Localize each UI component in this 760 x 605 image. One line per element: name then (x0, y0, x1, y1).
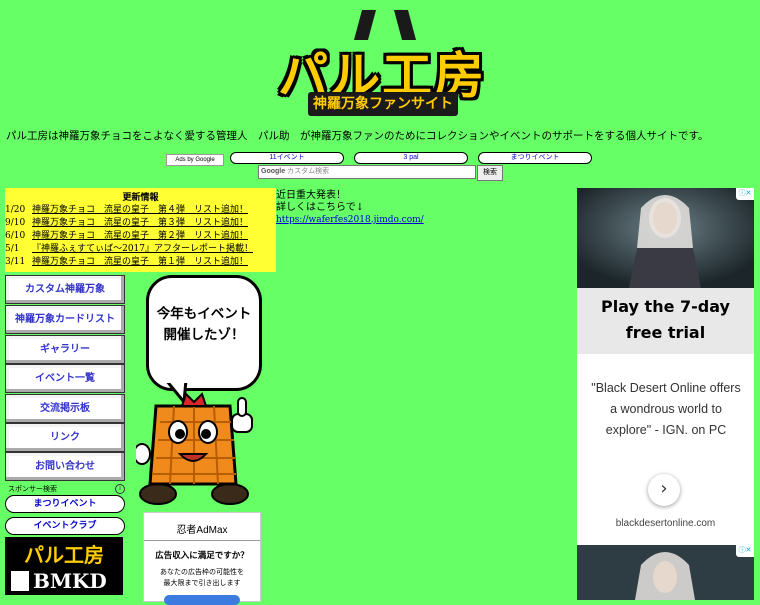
ad-domain[interactable]: blackdesertonline.com (577, 518, 754, 529)
ad-next-arrow-icon[interactable]: › (648, 474, 680, 506)
castle-icon (11, 571, 29, 591)
update-date: 5/1 (5, 244, 20, 254)
updates-box: 更新情報 1/20 神羅万象チョコ 流星の皇子 第４弾 リスト追加！ 9/10 神羅… (5, 188, 276, 272)
banner-subtitle: BMKD (33, 569, 107, 593)
search-input[interactable]: Google カスタム検索 (258, 165, 476, 179)
site-intro: パル工房は神羅万象チョコをこよなく愛する管理人 パル助 が神羅万象ファンのために… (6, 130, 709, 142)
nav-links[interactable]: リンク (5, 423, 125, 452)
nav-custom-shinra[interactable]: カスタム神羅万象 (5, 275, 125, 304)
ad-info-icon[interactable]: i (115, 484, 125, 494)
adchoices-icon[interactable]: ⓘ✕ (736, 188, 754, 200)
ads-by-google-label[interactable]: Ads by Google (166, 154, 224, 166)
admax-brand: 忍者AdMax (144, 521, 260, 541)
updates-title: 更新情報 (122, 193, 159, 203)
admax-button[interactable] (164, 595, 240, 605)
google-icon: Google (261, 168, 286, 175)
update-date: 9/10 (5, 218, 26, 228)
nav-event-list[interactable]: イベント一覧 (5, 364, 125, 393)
site-logo[interactable]: パル工房 神羅万象ファンサイト (272, 10, 492, 120)
sponsor-search-label: スポンサー検索 (8, 486, 57, 493)
ad-cta[interactable]: Play the 7-day free trial (577, 288, 754, 354)
announce-line1: 近日重大発表！ (276, 190, 346, 201)
bubble-line1: 今年もイベント (156, 306, 252, 322)
sponsor-matsuri-event[interactable]: まつりイベント (5, 495, 125, 513)
announcement: 近日重大発表！ 詳しくはこちらで↓ https://waferfes2018.j… (276, 190, 424, 226)
adchoices-2-icon[interactable]: ⓘ✕ (736, 545, 754, 557)
update-item[interactable]: 1/20 神羅万象チョコ 流星の皇子 第４弾 リスト追加！ (5, 204, 276, 217)
adlink-11-event[interactable]: 11イベント (230, 152, 344, 164)
search-placeholder: カスタム検索 (287, 168, 330, 175)
update-text[interactable]: 神羅万象チョコ 流星の皇子 第４弾 リスト追加！ (32, 204, 248, 217)
update-text[interactable]: 神羅万象チョコ 流星の皇子 第２弾 リスト追加！ (32, 230, 248, 243)
admax-line1: あなたの広告枠の可能性を (160, 568, 244, 576)
adlink-3-pal[interactable]: 3 pal (354, 152, 468, 164)
pal-koubou-bmkd-banner[interactable]: パル工房 BMKD (5, 537, 123, 595)
speech-bubble: 今年もイベント 開催したゾ！ (146, 275, 262, 391)
nav-contact[interactable]: お問い合わせ (5, 452, 125, 481)
update-date: 3/11 (5, 257, 26, 267)
ad-cta-line2: free trial (625, 323, 706, 342)
update-item[interactable]: 6/10 神羅万象チョコ 流星の皇子 第２弾 リスト追加！ (5, 230, 276, 243)
admax-line2: 最大限まで引き出します (163, 579, 241, 587)
search-button[interactable]: 検索 (477, 165, 503, 181)
nav-gallery[interactable]: ギャラリー (5, 335, 125, 364)
nav-bbs[interactable]: 交流掲示板 (5, 394, 125, 423)
admax-description: あなたの広告枠の可能性を 最大限まで引き出します (144, 567, 260, 589)
banner-title: パル工房 (24, 543, 104, 567)
ad-cta-line1: Play the 7-day (601, 297, 730, 316)
mascot-wafer-icon (136, 392, 253, 505)
warrior-image-icon (577, 188, 754, 288)
admax-question: 広告収入に満足ですか？ (155, 551, 249, 561)
sponsor-event-club[interactable]: イベントクラブ (5, 517, 125, 535)
announce-link[interactable]: https://waferfes2018.jimdo.com/ (276, 215, 424, 225)
logo-subtitle: 神羅万象ファンサイト (308, 92, 458, 116)
admax-ad[interactable]: 忍者AdMax 広告収入に満足ですか？ あなたの広告枠の可能性を 最大限まで引き… (143, 512, 261, 605)
announce-line2: 詳しくはこちらで↓ (276, 202, 365, 213)
update-date: 1/20 (5, 205, 26, 215)
update-date: 6/10 (5, 231, 26, 241)
black-desert-ad-2[interactable]: ⓘ✕ (577, 545, 754, 600)
update-item[interactable]: 5/1 『神羅ふぇすてぃば～2017』アフターレポート掲載！ (5, 243, 276, 256)
bubble-message: 今年もイベント 開催したゾ！ (153, 304, 255, 346)
nav-card-list[interactable]: 神羅万象カードリスト (5, 305, 125, 334)
update-text[interactable]: 『神羅ふぇすてぃば～2017』アフターレポート掲載！ (32, 243, 253, 256)
ad-quote: "Black Desert Online offers a wondrous w… (591, 381, 741, 437)
black-desert-ad[interactable]: ⓘ✕ Play the 7-day free trial "Black Dese… (577, 188, 754, 545)
adlink-matsuri-event[interactable]: まつりイベント (478, 152, 592, 164)
update-item[interactable]: 9/10 神羅万象チョコ 流星の皇子 第３弾 リスト追加！ (5, 217, 276, 230)
bubble-line2: 開催したゾ！ (163, 327, 245, 343)
update-text[interactable]: 神羅万象チョコ 流星の皇子 第１弾 リスト追加！ (32, 256, 248, 269)
warrior-image-2-icon (577, 545, 754, 600)
update-text[interactable]: 神羅万象チョコ 流星の皇子 第３弾 リスト追加！ (32, 217, 248, 230)
update-item[interactable]: 3/11 神羅万象チョコ 流星の皇子 第１弾 リスト追加！ (5, 256, 276, 269)
